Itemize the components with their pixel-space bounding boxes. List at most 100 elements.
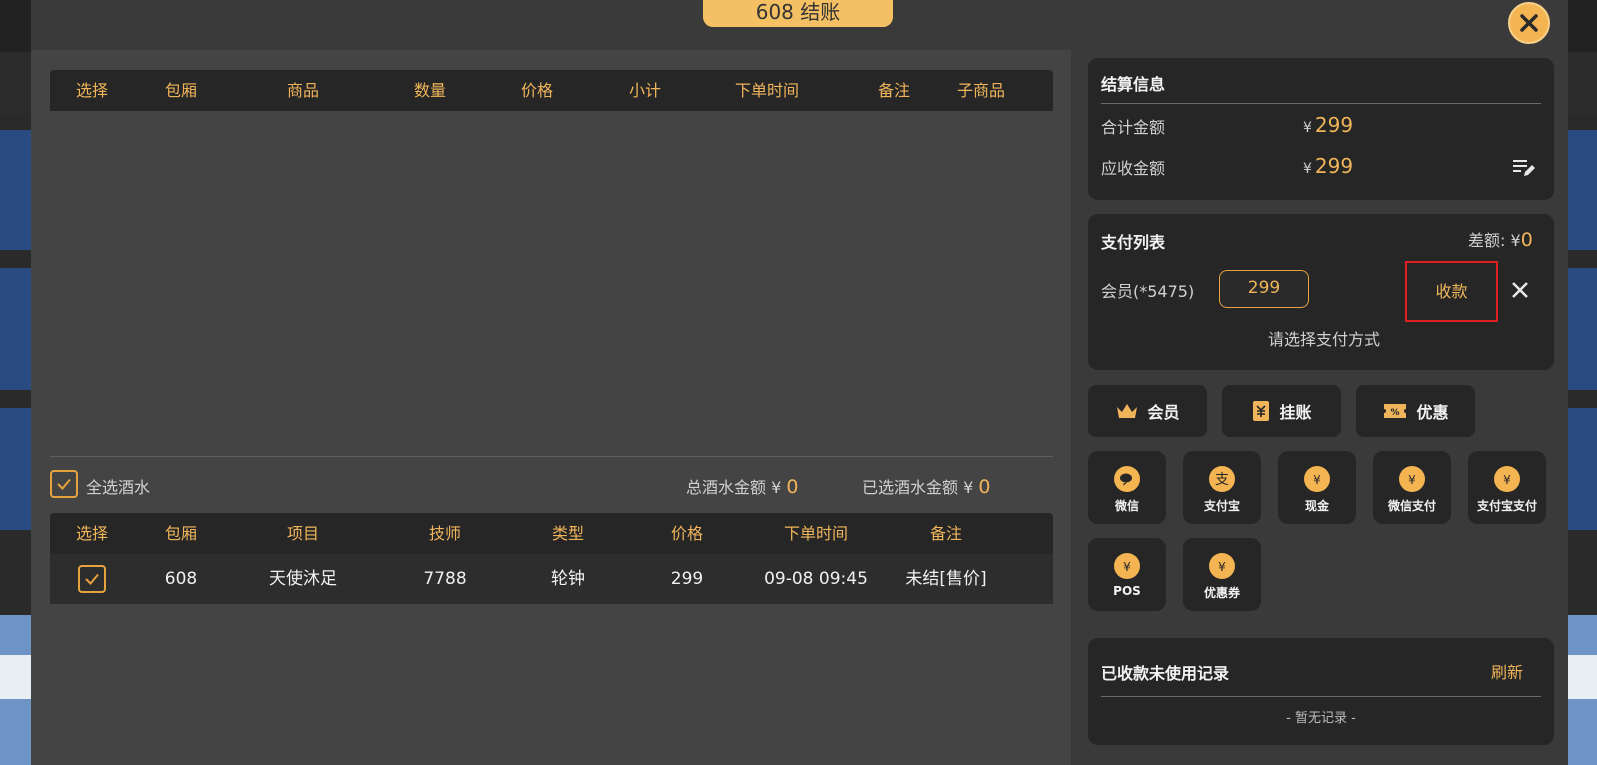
svg-text:¥: ¥ [1218, 560, 1226, 574]
row-tech: 7788 [423, 569, 467, 589]
goods-col-time: 下单时间 [734, 81, 800, 100]
records-title: 已收款未使用记录 [1101, 664, 1230, 683]
close-icon [1512, 282, 1528, 298]
drinks-selected-total: 已选酒水金额 ¥ 0 [862, 474, 990, 498]
alipay-icon: 支 [1209, 466, 1235, 492]
select-all-drinks-label: 全选酒水 [86, 478, 151, 497]
svg-text:支: 支 [1215, 472, 1229, 488]
money-bag-icon: ¥ [1114, 553, 1140, 579]
credit-button-label: 挂账 [1279, 403, 1312, 422]
pay-method-label: 现金 [1304, 499, 1329, 513]
background-room-tile [0, 130, 31, 250]
drinks-total-label: 总酒水金额 [686, 478, 767, 497]
row-time: 09-08 09:45 [764, 569, 868, 589]
service-col-tech: 技师 [428, 524, 462, 543]
pay-method-cash[interactable]: ¥ 现金 [1278, 451, 1356, 524]
goods-col-subtotal: 小计 [628, 81, 662, 100]
row-note: 未结[售价] [905, 569, 987, 589]
goods-col-qty: 数量 [413, 81, 447, 100]
receivable-amount-currency: ¥ [1303, 161, 1312, 177]
goods-col-price: 价格 [520, 81, 554, 100]
pay-method-label: 支付宝支付 [1476, 499, 1537, 513]
goods-col-product: 商品 [286, 81, 320, 100]
pay-method-alipay[interactable]: 支 支付宝 [1183, 451, 1261, 524]
records-card: 已收款未使用记录 刷新 - 暂无记录 - [1088, 638, 1554, 745]
service-col-price: 价格 [670, 524, 704, 543]
pay-method-wechat-pay[interactable]: ¥ 微信支付 [1373, 451, 1451, 524]
receivable-amount-number: 299 [1314, 154, 1354, 178]
svg-text:%: % [1391, 408, 1400, 418]
money-bag-icon: ¥ [1304, 466, 1330, 492]
background-room-tile [1568, 268, 1597, 390]
service-col-item: 项目 [286, 524, 320, 543]
row-select-checkbox[interactable] [78, 565, 106, 593]
settlement-divider [1101, 103, 1541, 104]
discount-coupon-icon: % [1384, 404, 1407, 418]
pay-method-pos[interactable]: ¥ POS [1088, 538, 1166, 611]
receivable-amount-label: 应收金额 [1101, 159, 1166, 178]
refresh-button[interactable]: 刷新 [1491, 659, 1523, 683]
background-room-tile [1568, 130, 1597, 250]
checkmark-icon [85, 573, 99, 585]
records-divider [1101, 696, 1541, 697]
credit-button[interactable]: 挂账 [1222, 385, 1341, 437]
pay-method-label: 微信支付 [1387, 499, 1436, 513]
drinks-selected-currency: ¥ [963, 478, 974, 497]
goods-col-subitem: 子商品 [956, 81, 1006, 100]
money-bag-icon: ¥ [1209, 553, 1235, 579]
payment-amount-input[interactable]: 299 [1219, 270, 1309, 308]
total-amount-number: 299 [1314, 113, 1354, 137]
service-col-time: 下单时间 [783, 524, 849, 543]
service-col-select: 选择 [75, 524, 109, 543]
collect-payment-button[interactable]: 收款 [1405, 261, 1498, 322]
table-row[interactable]: 608 天使沐足 7788 轮钟 299 09-08 09:45 未结[售价] [50, 554, 1053, 604]
member-button-label: 会员 [1147, 403, 1180, 422]
orders-panel [31, 50, 1071, 765]
drinks-total-value: 0 [786, 476, 799, 498]
member-button[interactable]: 会员 [1088, 385, 1207, 437]
total-amount-label: 合计金额 [1101, 118, 1166, 137]
modal-title: 608 结账 [703, 0, 893, 27]
goods-col-select: 选择 [75, 81, 109, 100]
drinks-total: 总酒水金额 ¥ 0 [686, 474, 798, 498]
svg-text:¥: ¥ [1503, 473, 1511, 487]
svg-text:¥: ¥ [1313, 473, 1321, 487]
pay-method-coupon[interactable]: ¥ 优惠券 [1183, 538, 1261, 611]
total-amount-value: ¥299 [1303, 113, 1353, 137]
settlement-card: 结算信息 合计金额 ¥299 应收金额 ¥299 [1088, 58, 1554, 200]
pay-method-label: 支付宝 [1203, 499, 1240, 513]
wechat-icon [1114, 466, 1140, 492]
difference-amount: 差额: ¥0 [1468, 227, 1533, 251]
select-all-drinks-checkbox[interactable] [50, 470, 78, 498]
section-divider [50, 456, 1053, 457]
row-room: 608 [164, 569, 198, 589]
row-price: 299 [670, 569, 704, 589]
close-icon [1520, 14, 1538, 32]
payment-list-title: 支付列表 [1101, 233, 1166, 252]
svg-text:¥: ¥ [1123, 560, 1131, 574]
background-room-tile [0, 268, 31, 390]
close-button[interactable] [1508, 2, 1550, 44]
pay-method-label: 优惠券 [1203, 586, 1240, 600]
difference-label: 差额: [1468, 231, 1506, 250]
checkmark-icon [57, 478, 71, 490]
credit-ledger-icon [1253, 401, 1270, 421]
edit-list-icon[interactable] [1512, 158, 1536, 178]
discount-button[interactable]: % 优惠 [1356, 385, 1475, 437]
background-room-tile [1568, 408, 1597, 530]
goods-col-note: 备注 [877, 81, 911, 100]
goods-table-header: 选择 包厢 商品 数量 价格 小计 下单时间 备注 子商品 [50, 70, 1053, 111]
total-amount-currency: ¥ [1303, 120, 1312, 136]
receivable-amount-value: ¥299 [1303, 154, 1353, 178]
service-table-header: 选择 包厢 项目 技师 类型 价格 下单时间 备注 [50, 513, 1053, 554]
payment-hint: 请选择支付方式 [1268, 330, 1381, 349]
pay-method-alipay-pay[interactable]: ¥ 支付宝支付 [1468, 451, 1546, 524]
drinks-selected-label: 已选酒水金额 [862, 478, 959, 497]
pay-method-label: 微信 [1114, 499, 1139, 513]
remove-payment-button[interactable] [1508, 278, 1532, 302]
difference-value: 0 [1520, 229, 1533, 251]
pay-method-wechat[interactable]: 微信 [1088, 451, 1166, 524]
difference-currency: ¥ [1510, 231, 1521, 250]
records-empty: - 暂无记录 - [1286, 711, 1356, 726]
goods-col-room: 包厢 [164, 81, 198, 100]
